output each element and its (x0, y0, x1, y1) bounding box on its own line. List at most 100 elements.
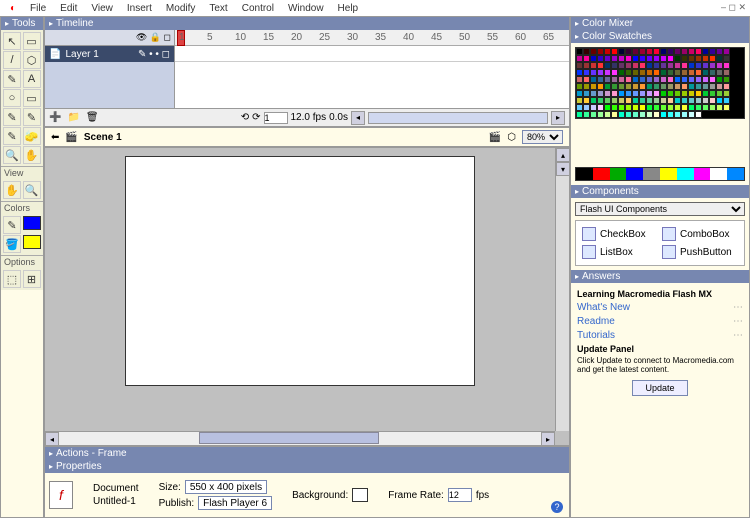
swatch[interactable] (674, 55, 681, 62)
swatch[interactable] (632, 76, 639, 83)
swatch[interactable] (639, 97, 646, 104)
swatch[interactable] (716, 55, 723, 62)
swatch[interactable] (667, 97, 674, 104)
swatch[interactable] (695, 111, 702, 118)
swatch[interactable] (604, 104, 611, 111)
tool-0[interactable]: ↖ (3, 32, 21, 50)
swatch[interactable] (653, 62, 660, 69)
swatch[interactable] (597, 97, 604, 104)
swatch[interactable] (716, 69, 723, 76)
swatch[interactable] (639, 90, 646, 97)
swatch[interactable] (597, 62, 604, 69)
tool-3[interactable]: ⬡ (23, 51, 41, 69)
swatch[interactable] (653, 83, 660, 90)
swatch[interactable] (681, 48, 688, 55)
h-scrollbar[interactable]: ◂▸ (45, 431, 555, 445)
swatch[interactable] (688, 104, 695, 111)
frame-field[interactable] (264, 112, 288, 124)
menu-help[interactable]: Help (332, 2, 365, 15)
swatch[interactable] (709, 76, 716, 83)
swatch[interactable] (618, 97, 625, 104)
swatch[interactable] (611, 83, 618, 90)
hue-bar[interactable] (575, 167, 745, 181)
swatch[interactable] (618, 83, 625, 90)
swatch[interactable] (709, 69, 716, 76)
mixer-header[interactable]: Color Mixer (571, 17, 749, 30)
swatch[interactable] (709, 48, 716, 55)
swatch[interactable] (723, 69, 730, 76)
menu-window[interactable]: Window (282, 2, 330, 15)
swatch[interactable] (639, 69, 646, 76)
swatches-header[interactable]: Color Swatches (571, 30, 749, 43)
swatch[interactable] (723, 62, 730, 69)
zoom-tool[interactable]: 🔍 (23, 181, 41, 199)
component-combobox[interactable]: ComboBox (662, 227, 738, 241)
swatch[interactable] (632, 83, 639, 90)
swatch[interactable] (681, 97, 688, 104)
component-pushbutton[interactable]: PushButton (662, 245, 738, 259)
add-folder-icon[interactable]: 📁 (67, 112, 79, 123)
swatch[interactable] (639, 62, 646, 69)
swatch[interactable] (618, 48, 625, 55)
swatch[interactable] (632, 48, 639, 55)
swatch[interactable] (667, 90, 674, 97)
zoom-select[interactable]: 80% (522, 130, 563, 144)
swatch[interactable] (583, 111, 590, 118)
swatch[interactable] (590, 76, 597, 83)
swatch[interactable] (625, 90, 632, 97)
stage-area[interactable]: ◂▸ ▴▾ (44, 147, 570, 446)
info-icon[interactable]: ? (551, 501, 563, 513)
tool-7[interactable]: ▭ (23, 89, 41, 107)
swatch[interactable] (639, 104, 646, 111)
swatch[interactable] (660, 48, 667, 55)
swatch[interactable] (576, 90, 583, 97)
tool-1[interactable]: ▭ (23, 32, 41, 50)
tl-scrollbar[interactable] (368, 112, 548, 124)
swatch[interactable] (681, 83, 688, 90)
swatch[interactable] (590, 55, 597, 62)
swatch[interactable] (723, 83, 730, 90)
swatch[interactable] (597, 104, 604, 111)
swatch[interactable] (639, 48, 646, 55)
swatch[interactable] (597, 48, 604, 55)
swatch[interactable] (646, 76, 653, 83)
swatch[interactable] (632, 55, 639, 62)
swatch[interactable] (625, 62, 632, 69)
swatch[interactable] (695, 62, 702, 69)
timeline-frames[interactable]: 15101520253035404550556065 (175, 30, 569, 108)
swatch[interactable] (604, 83, 611, 90)
swatch[interactable] (709, 62, 716, 69)
swatch[interactable] (695, 48, 702, 55)
swatch[interactable] (604, 97, 611, 104)
swatch[interactable] (597, 111, 604, 118)
swatch[interactable] (590, 69, 597, 76)
bg-swatch[interactable] (352, 488, 368, 502)
swatch[interactable] (674, 111, 681, 118)
onion-icon[interactable]: ⟲ (241, 112, 249, 123)
swatch[interactable] (688, 76, 695, 83)
swatch[interactable] (646, 48, 653, 55)
framerate-field[interactable] (448, 488, 472, 502)
tool-2[interactable]: / (3, 51, 21, 69)
swatch[interactable] (660, 69, 667, 76)
tool-13[interactable]: ✋ (23, 146, 41, 164)
swatch[interactable] (716, 104, 723, 111)
menu-text[interactable]: Text (203, 2, 233, 15)
option-1[interactable]: ⬚ (3, 270, 21, 288)
swatch[interactable] (590, 62, 597, 69)
swatch[interactable] (611, 76, 618, 83)
swatch[interactable] (583, 55, 590, 62)
swatch[interactable] (688, 111, 695, 118)
swatch[interactable] (646, 83, 653, 90)
swatch[interactable] (625, 111, 632, 118)
swatch[interactable] (576, 48, 583, 55)
swatch[interactable] (653, 90, 660, 97)
back-icon[interactable]: ⬅ (51, 132, 59, 143)
swatch[interactable] (688, 48, 695, 55)
swatch[interactable] (618, 111, 625, 118)
menu-modify[interactable]: Modify (160, 2, 201, 15)
swatch[interactable] (611, 97, 618, 104)
swatch[interactable] (653, 55, 660, 62)
swatch[interactable] (576, 83, 583, 90)
swatch[interactable] (604, 55, 611, 62)
